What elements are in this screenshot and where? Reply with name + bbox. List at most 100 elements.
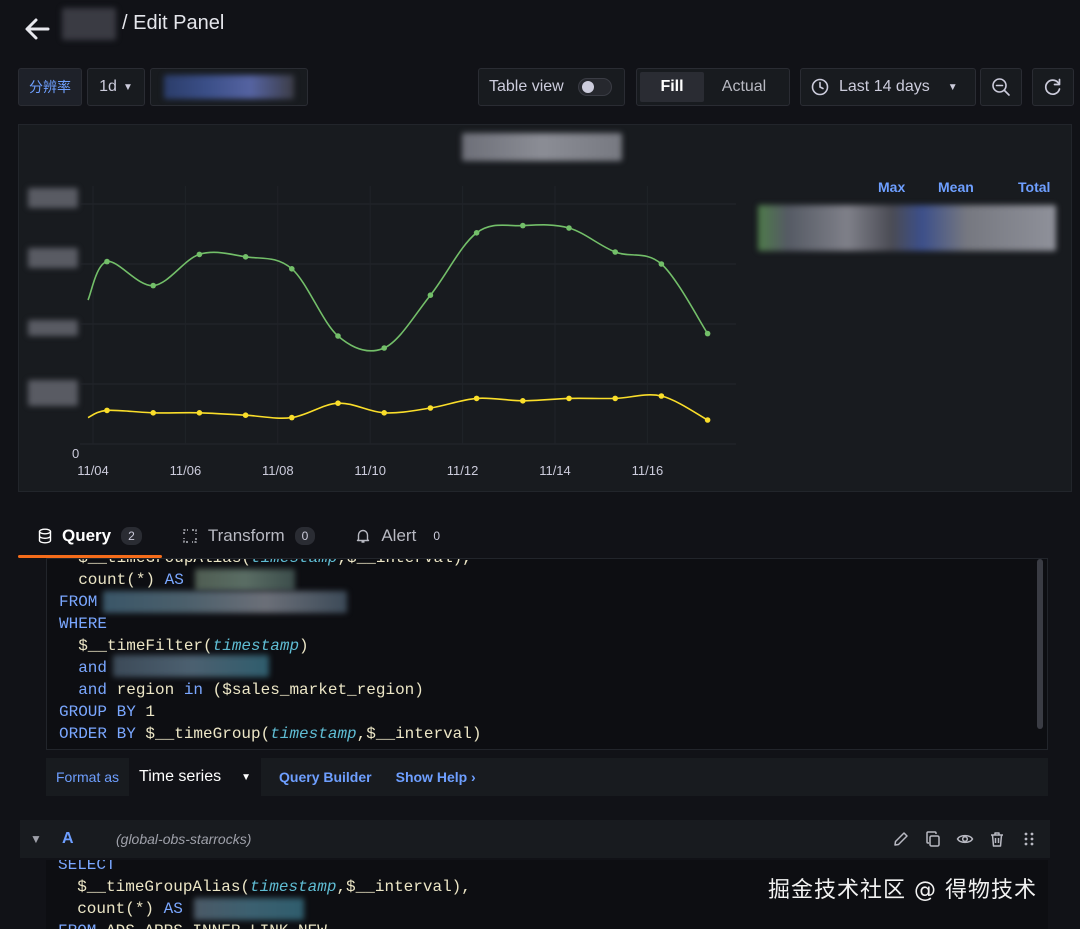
trash-icon[interactable] xyxy=(988,830,1006,848)
format-as-select[interactable]: Time series ▼ xyxy=(129,758,262,796)
data-point[interactable] xyxy=(427,292,434,298)
legend-header-mean[interactable]: Mean xyxy=(938,179,974,195)
data-point[interactable] xyxy=(704,417,711,423)
data-point[interactable] xyxy=(196,410,203,416)
data-point[interactable] xyxy=(196,251,203,258)
back-arrow-icon[interactable] xyxy=(22,14,54,46)
data-point[interactable] xyxy=(473,230,480,236)
drag-handle-icon[interactable] xyxy=(1020,830,1038,848)
tab-query[interactable]: Query 2 xyxy=(18,516,162,558)
tab-transform-count: 0 xyxy=(294,527,316,545)
tab-alert[interactable]: Alert 0 xyxy=(335,516,467,556)
watermark: 掘金技术社区 @ 得物技术 xyxy=(768,878,1037,903)
data-point[interactable] xyxy=(104,258,110,265)
time-series-chart[interactable]: 0 11/04 11/06 11/08 11/10 11/12 11/14 11/16 xyxy=(20,126,760,486)
data-point[interactable] xyxy=(289,414,295,421)
sql-editor[interactable]: $__timeGroupAlias(timestamp,$__interval)… xyxy=(46,558,1048,750)
query-row-a[interactable]: ▼ A (global-obs-starrocks) xyxy=(20,820,1050,858)
legend-rows-redacted xyxy=(758,205,1056,251)
y-tick-label: 0 xyxy=(72,446,79,461)
time-range-picker[interactable]: Last 14 days ▼ xyxy=(800,68,976,106)
transform-icon xyxy=(183,529,197,543)
data-point[interactable] xyxy=(566,225,572,231)
time-range-value: Last 14 days xyxy=(839,78,930,95)
table-view-toggle[interactable] xyxy=(577,78,612,96)
data-point[interactable] xyxy=(473,395,480,402)
query-actions xyxy=(892,830,1050,848)
tab-alert-count: 0 xyxy=(433,529,440,543)
data-point[interactable] xyxy=(704,330,711,337)
clock-icon xyxy=(811,78,829,96)
tab-alert-label: Alert xyxy=(381,526,417,545)
tab-transform[interactable]: Transform 0 xyxy=(162,516,336,556)
chevron-down-icon: ▼ xyxy=(122,81,133,93)
data-point[interactable] xyxy=(612,395,618,402)
resolution-label: 分辨率 xyxy=(18,68,82,106)
data-point[interactable] xyxy=(566,395,572,402)
database-icon xyxy=(38,528,52,544)
x-tick-label: 11/10 xyxy=(354,463,386,478)
tab-query-label: Query xyxy=(62,526,112,545)
fill-actual-radio-group: Fill Actual xyxy=(636,68,790,106)
x-tick-label: 11/04 xyxy=(77,463,109,478)
tab-query-count: 2 xyxy=(121,527,142,545)
x-tick-label: 11/14 xyxy=(539,463,571,478)
resolution-select[interactable]: 1d ▼ xyxy=(87,68,145,106)
redacted-condition xyxy=(113,655,269,677)
data-point[interactable] xyxy=(381,345,388,351)
data-point[interactable] xyxy=(520,222,526,229)
data-point[interactable] xyxy=(427,405,434,411)
table-view-toggle-group[interactable]: Table view xyxy=(478,68,625,106)
resolution-value: 1d xyxy=(99,78,117,95)
editor-tabs: Query 2 Transform 0 Alert 0 xyxy=(18,516,467,558)
x-tick-label: 11/08 xyxy=(262,463,294,478)
query-letter: A xyxy=(62,830,74,847)
fill-option[interactable]: Fill xyxy=(640,72,704,102)
actual-option[interactable]: Actual xyxy=(704,72,784,102)
editor-scrollbar[interactable] xyxy=(1037,559,1043,729)
pencil-icon[interactable] xyxy=(892,830,910,848)
format-as-value: Time series xyxy=(139,768,222,785)
data-point[interactable] xyxy=(658,261,665,267)
series-line-0[interactable] xyxy=(87,224,709,352)
format-as-label: Format as xyxy=(56,769,120,785)
data-point[interactable] xyxy=(289,266,295,272)
refresh-icon xyxy=(1044,78,1061,95)
refresh-button[interactable] xyxy=(1032,68,1074,106)
x-tick-label: 11/16 xyxy=(632,463,664,478)
copy-icon[interactable] xyxy=(924,830,942,848)
data-point[interactable] xyxy=(242,254,249,260)
data-point[interactable] xyxy=(335,400,341,407)
variable-select-redacted[interactable] xyxy=(150,68,308,106)
data-point[interactable] xyxy=(335,333,341,339)
x-tick-label: 11/12 xyxy=(447,463,479,478)
dashboard-name-redacted xyxy=(62,8,116,40)
x-tick-label: 11/06 xyxy=(170,463,202,478)
show-help-link[interactable]: Show Help › xyxy=(384,769,488,785)
query-datasource: (global-obs-starrocks) xyxy=(116,831,252,847)
data-point[interactable] xyxy=(658,393,665,399)
data-point[interactable] xyxy=(381,410,388,416)
redacted-alias xyxy=(194,898,304,920)
data-point[interactable] xyxy=(104,407,110,414)
query-options-row: Format as Time series ▼ Query Builder Sh… xyxy=(46,758,1048,796)
chevron-down-icon: ▼ xyxy=(947,81,958,93)
bell-icon xyxy=(357,529,370,543)
chevron-down-icon[interactable]: ▼ xyxy=(20,832,52,846)
zoom-out-button[interactable] xyxy=(980,68,1022,106)
data-point[interactable] xyxy=(150,282,156,289)
redacted-alias xyxy=(195,569,295,591)
page-header: / Edit Panel xyxy=(0,0,1080,56)
data-point[interactable] xyxy=(242,412,249,419)
query-builder-link[interactable]: Query Builder xyxy=(267,769,384,785)
data-point[interactable] xyxy=(150,410,156,416)
data-point[interactable] xyxy=(520,398,526,404)
page-title: / Edit Panel xyxy=(122,12,225,34)
redacted-table xyxy=(103,591,347,613)
data-point[interactable] xyxy=(612,249,618,255)
eye-icon[interactable] xyxy=(956,830,974,848)
legend-header-max[interactable]: Max xyxy=(878,179,905,195)
zoom-out-icon xyxy=(992,78,1010,96)
legend-header-total[interactable]: Total xyxy=(1018,179,1050,195)
table-view-label: Table view xyxy=(489,78,564,95)
